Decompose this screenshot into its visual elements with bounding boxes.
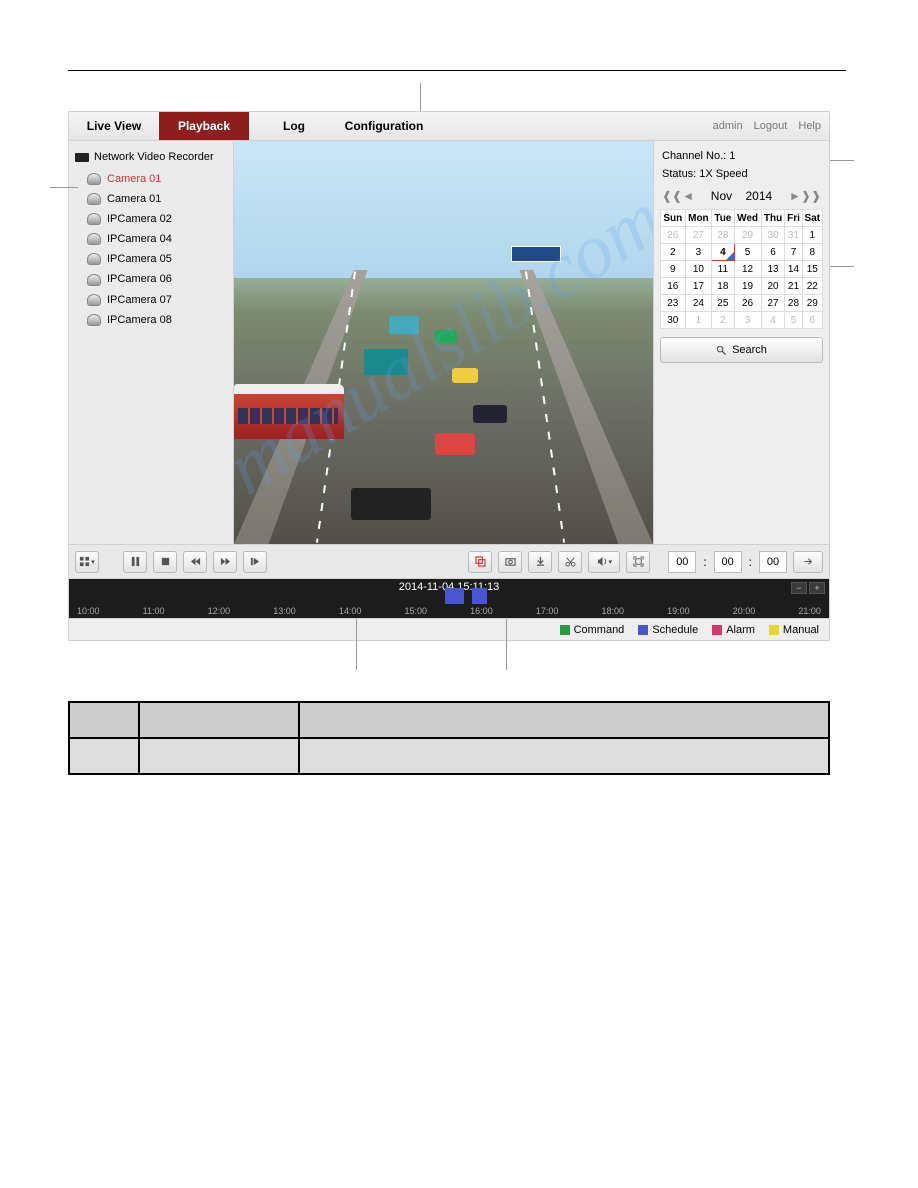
timeline-zoomin[interactable]: + — [809, 582, 825, 594]
search-button[interactable]: Search — [660, 337, 823, 363]
cal-prev-year-icon[interactable]: ❰❰ — [662, 189, 682, 203]
sidebar-camera-1[interactable]: Camera 01 — [73, 189, 229, 209]
tab-configuration[interactable]: Configuration — [339, 112, 429, 140]
search-button-label: Search — [732, 344, 767, 356]
sidebar-camera-7[interactable]: IPCamera 08 — [73, 310, 229, 330]
timeline-clip[interactable] — [472, 588, 487, 604]
cal-prev-month-icon[interactable]: ◄ — [682, 189, 694, 203]
layout-button[interactable]: ▾ — [75, 551, 99, 573]
timeline-zoomout[interactable]: − — [791, 582, 807, 594]
stop-all-button[interactable] — [468, 551, 492, 573]
time-sec-input[interactable] — [759, 551, 787, 573]
volume-button[interactable]: ▾ — [588, 551, 620, 573]
status-speed: Status: 1X Speed — [660, 165, 823, 183]
calendar-selected-day: 4 — [712, 244, 734, 261]
timeline[interactable]: 2014-11-04 15:11:13 −+ 10:0011:0012:0013… — [68, 579, 830, 619]
time-min-input[interactable] — [714, 551, 742, 573]
playback-toolbar: ▾ ▾ : : — [68, 545, 830, 579]
right-panel: Channel No.: 1 Status: 1X Speed ❰❰ ◄ Nov… — [653, 141, 829, 544]
pause-button[interactable] — [123, 551, 147, 573]
logout-link[interactable]: Logout — [754, 120, 788, 132]
tab-log[interactable]: Log — [249, 112, 339, 140]
cal-next-month-icon[interactable]: ► — [789, 189, 801, 203]
snapshot-button[interactable] — [498, 551, 522, 573]
playback-viewport[interactable]: manualslib.com — [234, 141, 653, 544]
sidebar-camera-0[interactable]: Camera 01 — [73, 169, 229, 189]
sidebar-camera-3[interactable]: IPCamera 04 — [73, 229, 229, 249]
time-hour-input[interactable] — [668, 551, 696, 573]
calendar[interactable]: SunMonTueWedThuFriSat 2627282930311 2345… — [660, 209, 823, 329]
playback-figure: Live View Playback Log Configuration adm… — [68, 111, 830, 641]
cal-next-year-icon[interactable]: ❱❱ — [801, 189, 821, 203]
camera-sidebar: Network Video Recorder Camera 01 Camera … — [69, 141, 234, 544]
sidebar-camera-6[interactable]: IPCamera 07 — [73, 290, 229, 310]
status-channel: Channel No.: 1 — [660, 147, 823, 165]
tab-playback[interactable]: Playback — [159, 112, 249, 140]
stop-button[interactable] — [153, 551, 177, 573]
legend: Command Schedule Alarm Manual — [68, 619, 830, 641]
sidebar-device-title[interactable]: Network Video Recorder — [73, 147, 229, 169]
sidebar-camera-2[interactable]: IPCamera 02 — [73, 209, 229, 229]
sidebar-camera-4[interactable]: IPCamera 05 — [73, 249, 229, 269]
tab-live[interactable]: Live View — [69, 112, 159, 140]
frame-step-button[interactable] — [243, 551, 267, 573]
fastforward-button[interactable] — [213, 551, 237, 573]
main-tabbar: Live View Playback Log Configuration adm… — [68, 111, 830, 141]
download-button[interactable] — [528, 551, 552, 573]
spec-table — [68, 701, 830, 775]
user-name: admin — [713, 120, 743, 132]
help-link[interactable]: Help — [798, 120, 821, 132]
search-icon — [716, 345, 727, 356]
timeline-clip[interactable] — [445, 588, 464, 604]
rewind-button[interactable] — [183, 551, 207, 573]
clip-button[interactable] — [558, 551, 582, 573]
sidebar-camera-5[interactable]: IPCamera 06 — [73, 269, 229, 289]
zoom-button[interactable] — [626, 551, 650, 573]
goto-time-button[interactable] — [793, 551, 823, 573]
